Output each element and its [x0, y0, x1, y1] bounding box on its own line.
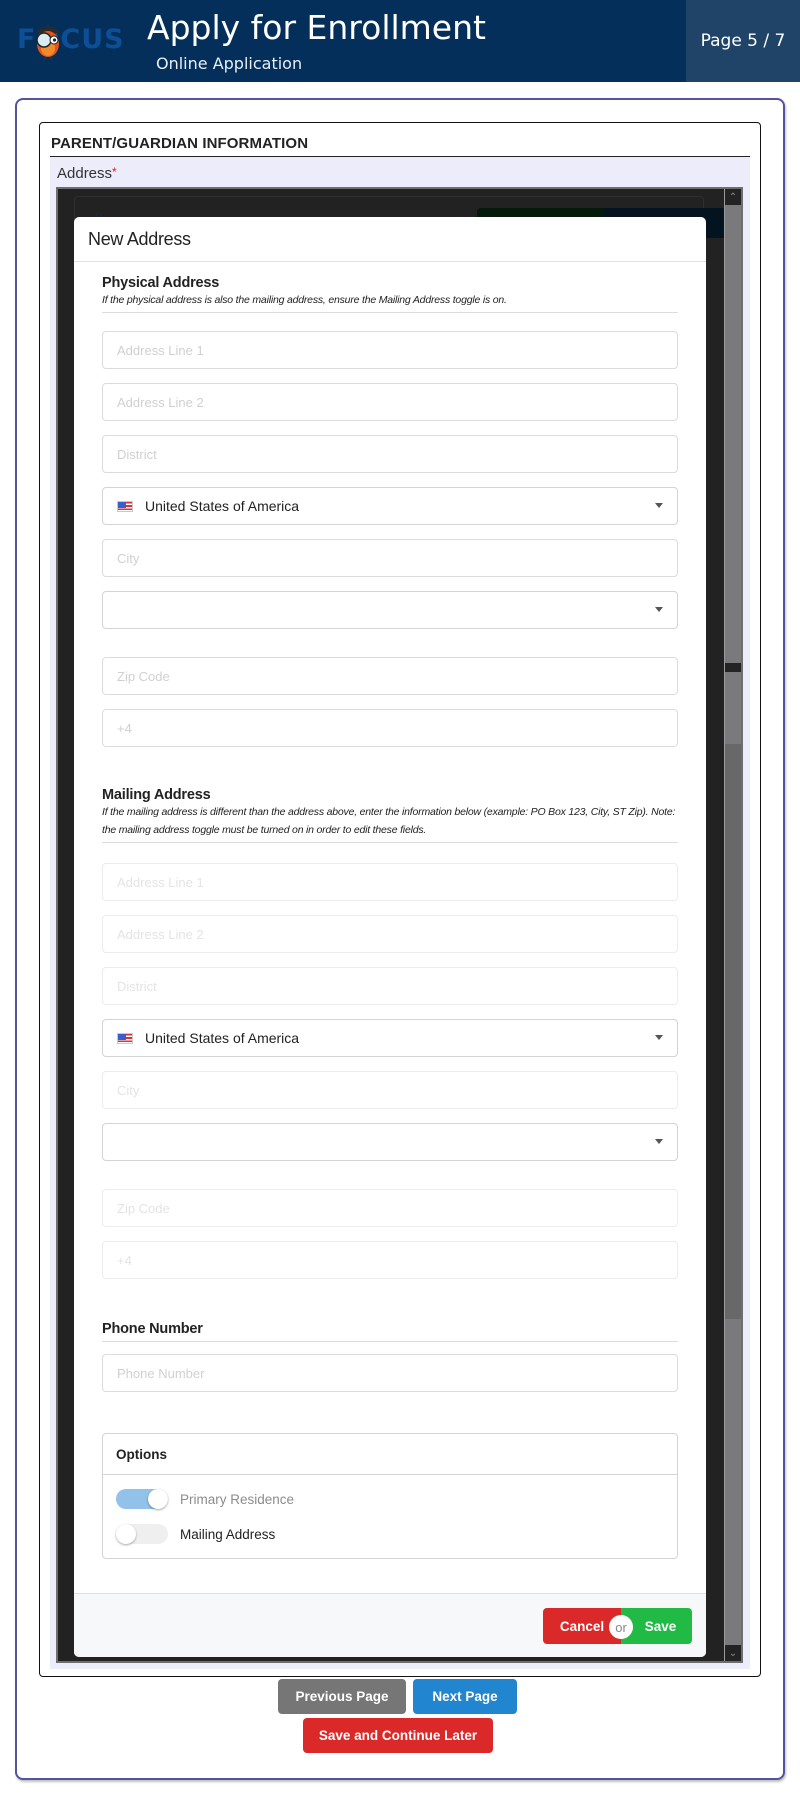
us-flag-icon	[117, 1032, 133, 1044]
required-marker: *	[112, 165, 117, 179]
address-label-text: Address	[57, 165, 113, 182]
physical-country-value: United States of America	[145, 498, 300, 514]
mailing-country-value: United States of America	[145, 1030, 300, 1046]
modal-footer: Cancel or Save	[74, 1593, 706, 1657]
owl-mascot-icon	[35, 25, 61, 60]
us-flag-icon	[117, 500, 133, 512]
scroll-thumb[interactable]	[725, 744, 741, 1319]
mailing-state-select[interactable]	[102, 1123, 678, 1161]
application-panel: PARENT/GUARDIAN INFORMATION Address* ⌂ N…	[15, 98, 785, 1780]
focus-logo: FOCUS	[17, 22, 124, 60]
form-section: PARENT/GUARDIAN INFORMATION Address* ⌂ N…	[39, 122, 761, 1677]
scroll-up-icon[interactable]: ⌃	[725, 189, 741, 205]
next-page-button[interactable]: Next Page	[413, 1679, 517, 1714]
section-title: PARENT/GUARDIAN INFORMATION	[51, 135, 309, 152]
mailing-address-header: Mailing Address If the mailing address i…	[102, 787, 678, 843]
divider	[102, 842, 678, 843]
mailing-zip4-input[interactable]: +4	[102, 1241, 678, 1279]
physical-address-heading: Physical Address	[102, 275, 220, 291]
mailing-address-option[interactable]: Mailing Address	[116, 1524, 275, 1544]
physical-district-input[interactable]: District	[102, 435, 678, 473]
physical-city-input[interactable]: City	[102, 539, 678, 577]
modal-title: New Address	[88, 229, 191, 249]
frame-scrollbar[interactable]: ⌃ ⌄	[724, 189, 741, 1661]
address-widget-frame: ⌂ New Address New Contact ⌃ ⌄ New Addres…	[56, 187, 743, 1663]
options-panel: Options Primary Residence Mailing Addres…	[102, 1433, 678, 1559]
scroll-track-marker	[725, 663, 741, 672]
page-title: Apply for Enrollment	[147, 8, 486, 47]
physical-zip-input[interactable]: Zip Code	[102, 657, 678, 695]
mailing-address-toggle-label: Mailing Address	[180, 1526, 276, 1542]
or-separator: or	[609, 1615, 633, 1639]
mailing-district-input[interactable]: District	[102, 967, 678, 1005]
page-indicator: Page 5 / 7	[686, 0, 800, 82]
options-heading: Options	[103, 1434, 677, 1475]
previous-page-button[interactable]: Previous Page	[278, 1679, 406, 1714]
dropdown-caret-icon	[655, 1035, 663, 1040]
mailing-address-line2-input[interactable]: Address Line 2	[102, 915, 678, 953]
physical-address-line2-input[interactable]: Address Line 2	[102, 383, 678, 421]
mailing-address-heading: Mailing Address	[102, 787, 211, 803]
physical-address-line1-input[interactable]: Address Line 1	[102, 331, 678, 369]
top-banner: FOCUS Apply for Enrollment Online Applic…	[0, 0, 800, 82]
phone-number-heading: Phone Number	[102, 1321, 203, 1337]
modal-header: New Address	[74, 217, 706, 262]
mailing-city-input[interactable]: City	[102, 1071, 678, 1109]
dropdown-caret-icon	[655, 1139, 663, 1144]
primary-residence-option[interactable]: Primary Residence	[116, 1489, 294, 1509]
phone-number-input[interactable]: Phone Number	[102, 1354, 678, 1392]
save-and-continue-later-button[interactable]: Save and Continue Later	[303, 1718, 493, 1753]
phone-number-header: Phone Number	[102, 1321, 678, 1342]
physical-address-header: Physical Address If the physical address…	[102, 275, 678, 313]
toggle-knob	[116, 1524, 136, 1544]
address-field: Address* ⌂ New Address New Contact ⌃ ⌄	[50, 157, 750, 1669]
divider	[102, 1341, 678, 1342]
primary-residence-toggle[interactable]	[116, 1489, 168, 1509]
mailing-address-toggle[interactable]	[116, 1524, 168, 1544]
physical-zip4-input[interactable]: +4	[102, 709, 678, 747]
mailing-zip-input[interactable]: Zip Code	[102, 1189, 678, 1227]
mailing-address-line1-input[interactable]: Address Line 1	[102, 863, 678, 901]
mailing-address-hint: If the mailing address is different than…	[102, 806, 676, 836]
physical-country-select[interactable]: United States of America	[102, 487, 678, 525]
physical-state-select[interactable]	[102, 591, 678, 629]
mailing-country-select[interactable]: United States of America	[102, 1019, 678, 1057]
scroll-down-icon[interactable]: ⌄	[725, 1645, 741, 1661]
divider	[102, 312, 678, 313]
new-address-modal: New Address Physical Address If the phys…	[74, 217, 706, 1657]
primary-residence-label: Primary Residence	[180, 1491, 295, 1507]
page-subtitle: Online Application	[156, 54, 303, 73]
dropdown-caret-icon	[655, 503, 663, 508]
physical-address-hint: If the physical address is also the mail…	[102, 294, 507, 306]
address-field-label: Address*	[57, 165, 117, 182]
dropdown-caret-icon	[655, 607, 663, 612]
toggle-knob	[148, 1489, 168, 1509]
